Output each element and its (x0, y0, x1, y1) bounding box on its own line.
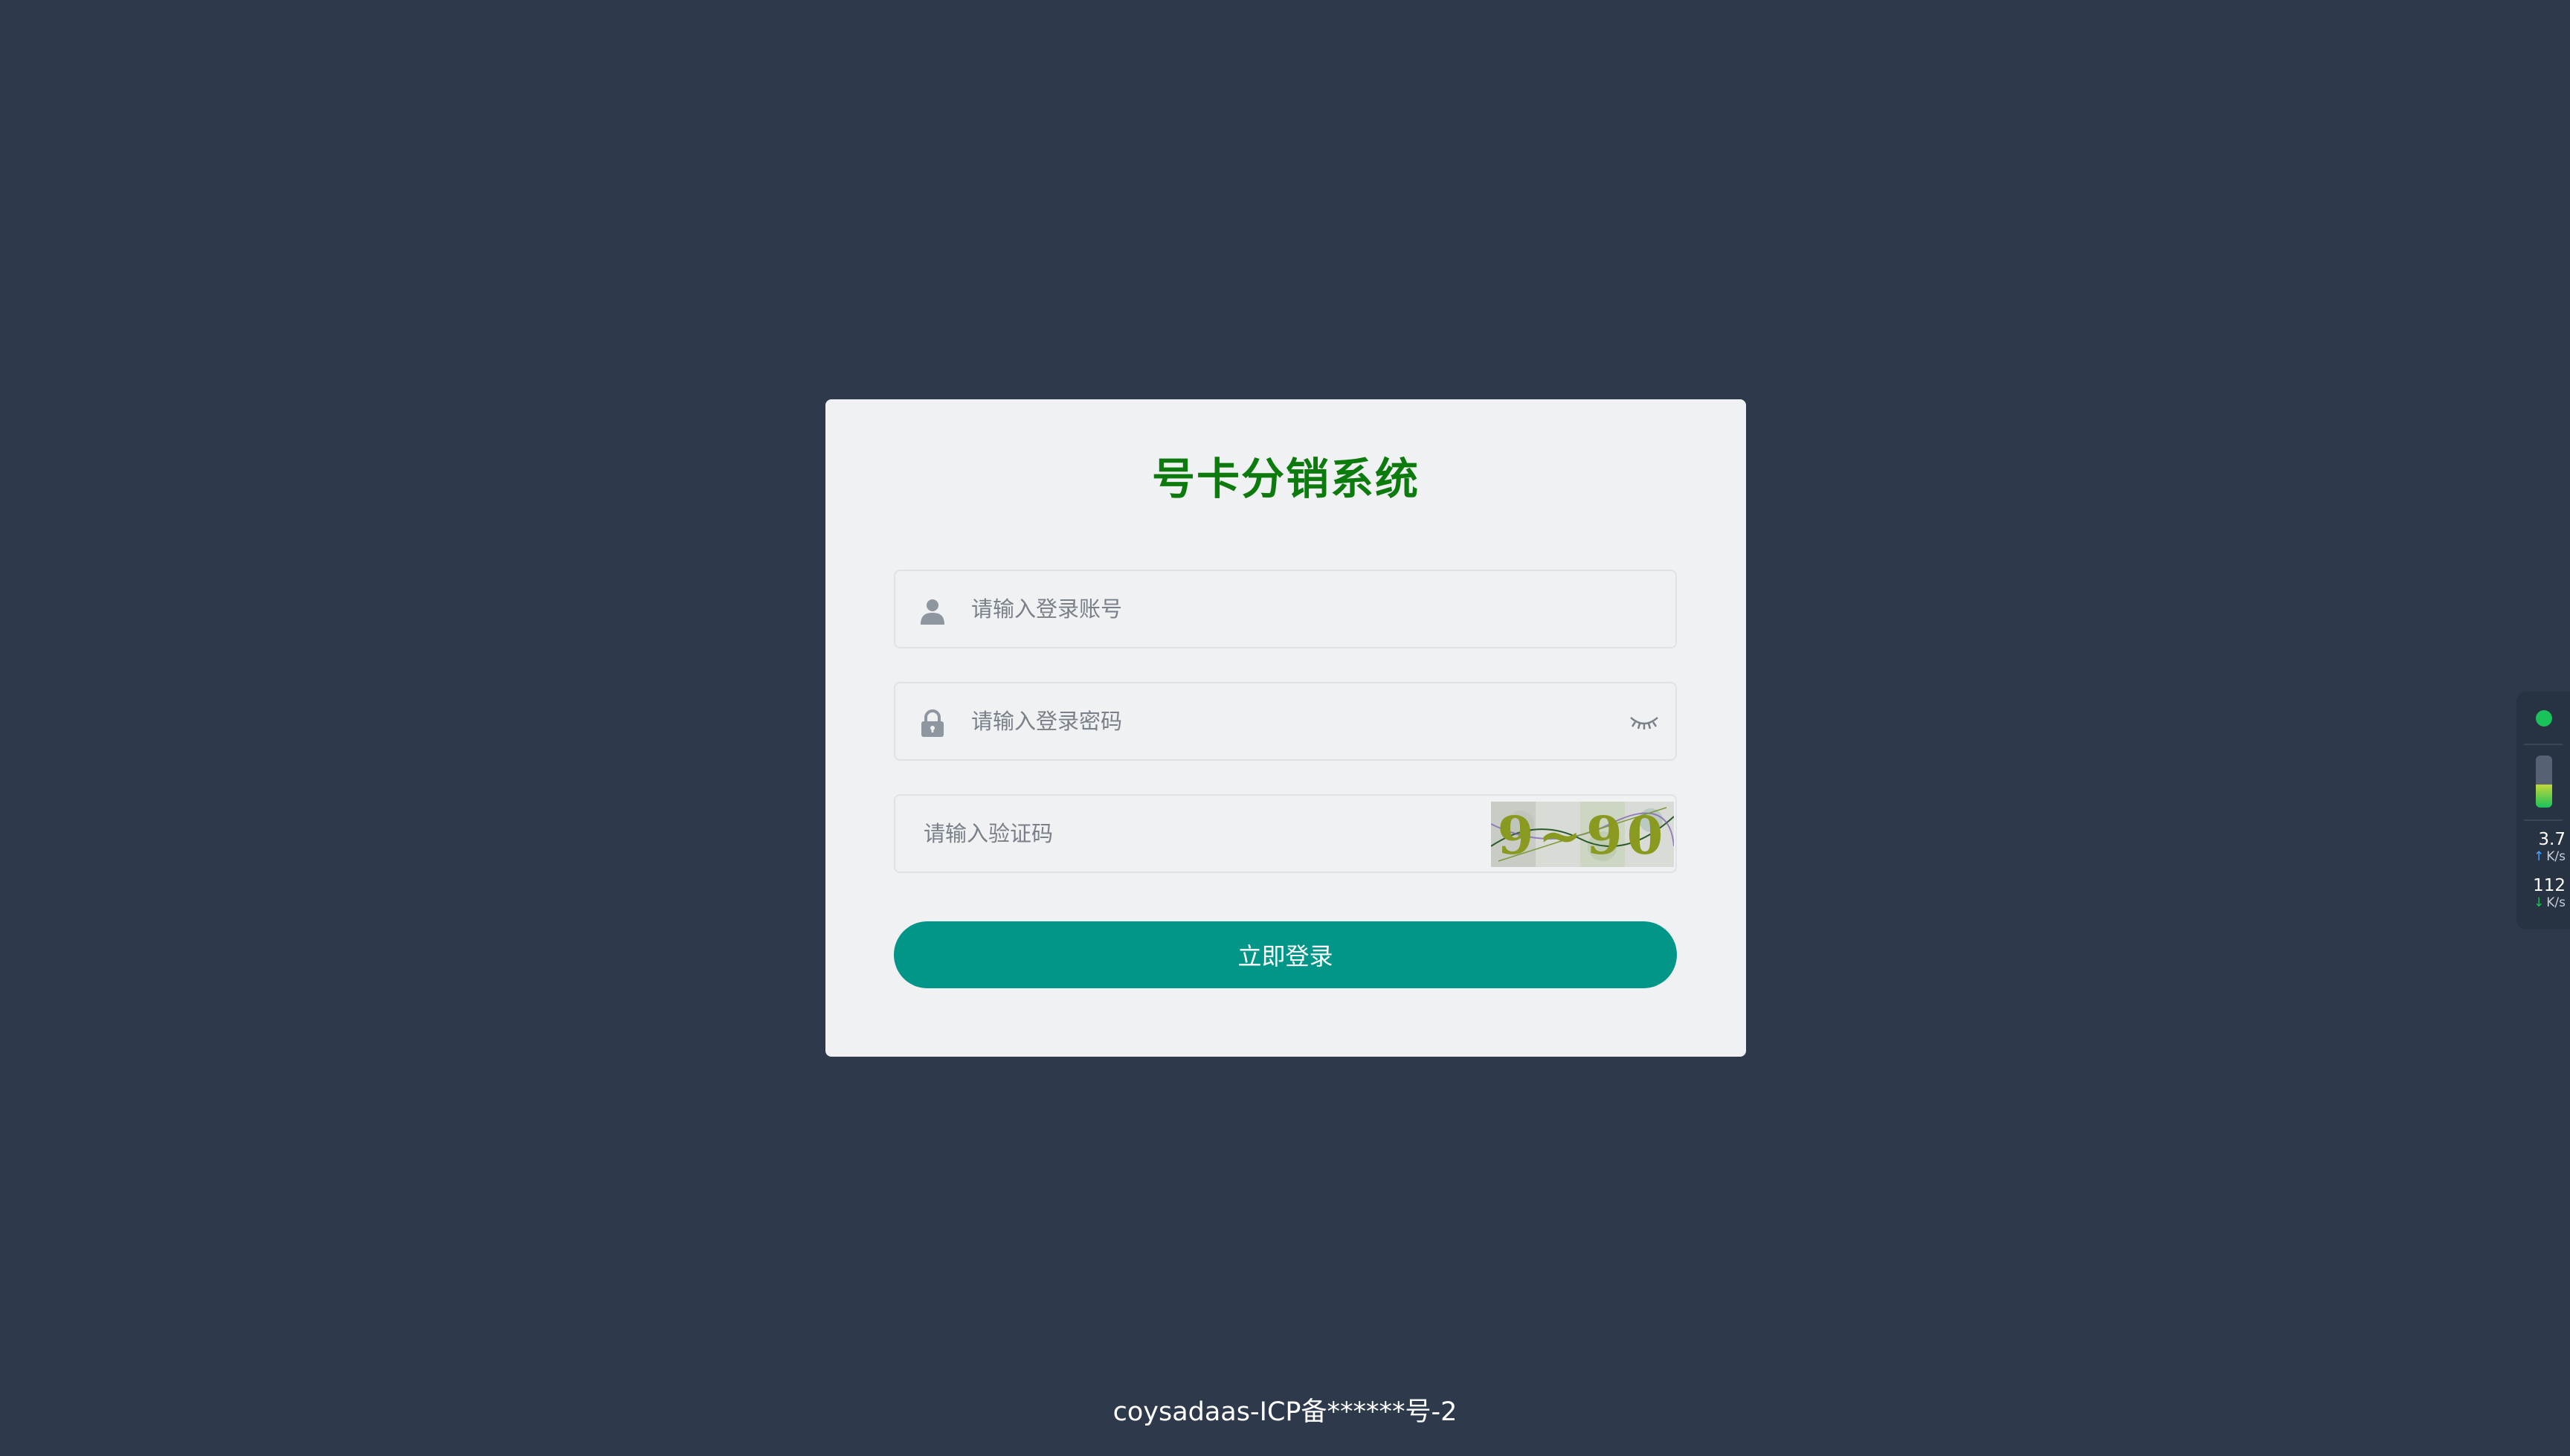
icp-footer: coysadaas-ICP备******号-2 (1112, 1397, 1458, 1427)
captcha-field[interactable]: 9~90 (894, 794, 1677, 873)
download-unit-label: K/s (2546, 895, 2566, 910)
widget-divider (2524, 819, 2563, 821)
login-button[interactable]: 立即登录 (894, 921, 1677, 988)
arrow-up-icon: ↑ (2534, 849, 2545, 864)
login-card: 号卡分销系统 请输入登录账号 请输入验证码 9~90 立即登录 (825, 399, 1746, 1057)
captcha-input[interactable] (922, 796, 1482, 872)
login-page: 号卡分销系统 请输入登录账号 请输入验证码 9~90 立即登录 coysadaa… (0, 0, 2570, 1456)
usage-level-fill (2536, 784, 2552, 808)
username-field[interactable] (894, 570, 1677, 648)
captcha-text: 9~90 (1498, 805, 1668, 866)
captcha-image[interactable]: 9~90 (1491, 802, 1674, 867)
widget-divider (2524, 744, 2563, 745)
upload-speed-value: 3.7 (2538, 830, 2566, 849)
user-icon (921, 599, 944, 625)
usage-level-bar (2536, 756, 2552, 808)
download-speed-unit: ↓ K/s (2516, 895, 2566, 910)
network-speed-widget[interactable]: 3.7 ↑ K/s 112 ↓ K/s (2516, 692, 2570, 930)
page-title: 号卡分销系统 (1151, 454, 1420, 504)
arrow-down-icon: ↓ (2534, 895, 2545, 910)
password-field[interactable] (894, 682, 1677, 761)
status-dot (2536, 710, 2552, 727)
password-input[interactable] (970, 683, 1601, 759)
lock-icon (921, 709, 944, 737)
eye-closed-icon[interactable] (1628, 710, 1661, 734)
username-input[interactable] (970, 571, 1601, 647)
upload-speed-unit: ↑ K/s (2516, 849, 2566, 864)
download-speed-value: 112 (2533, 876, 2566, 895)
upload-unit-label: K/s (2546, 849, 2566, 864)
